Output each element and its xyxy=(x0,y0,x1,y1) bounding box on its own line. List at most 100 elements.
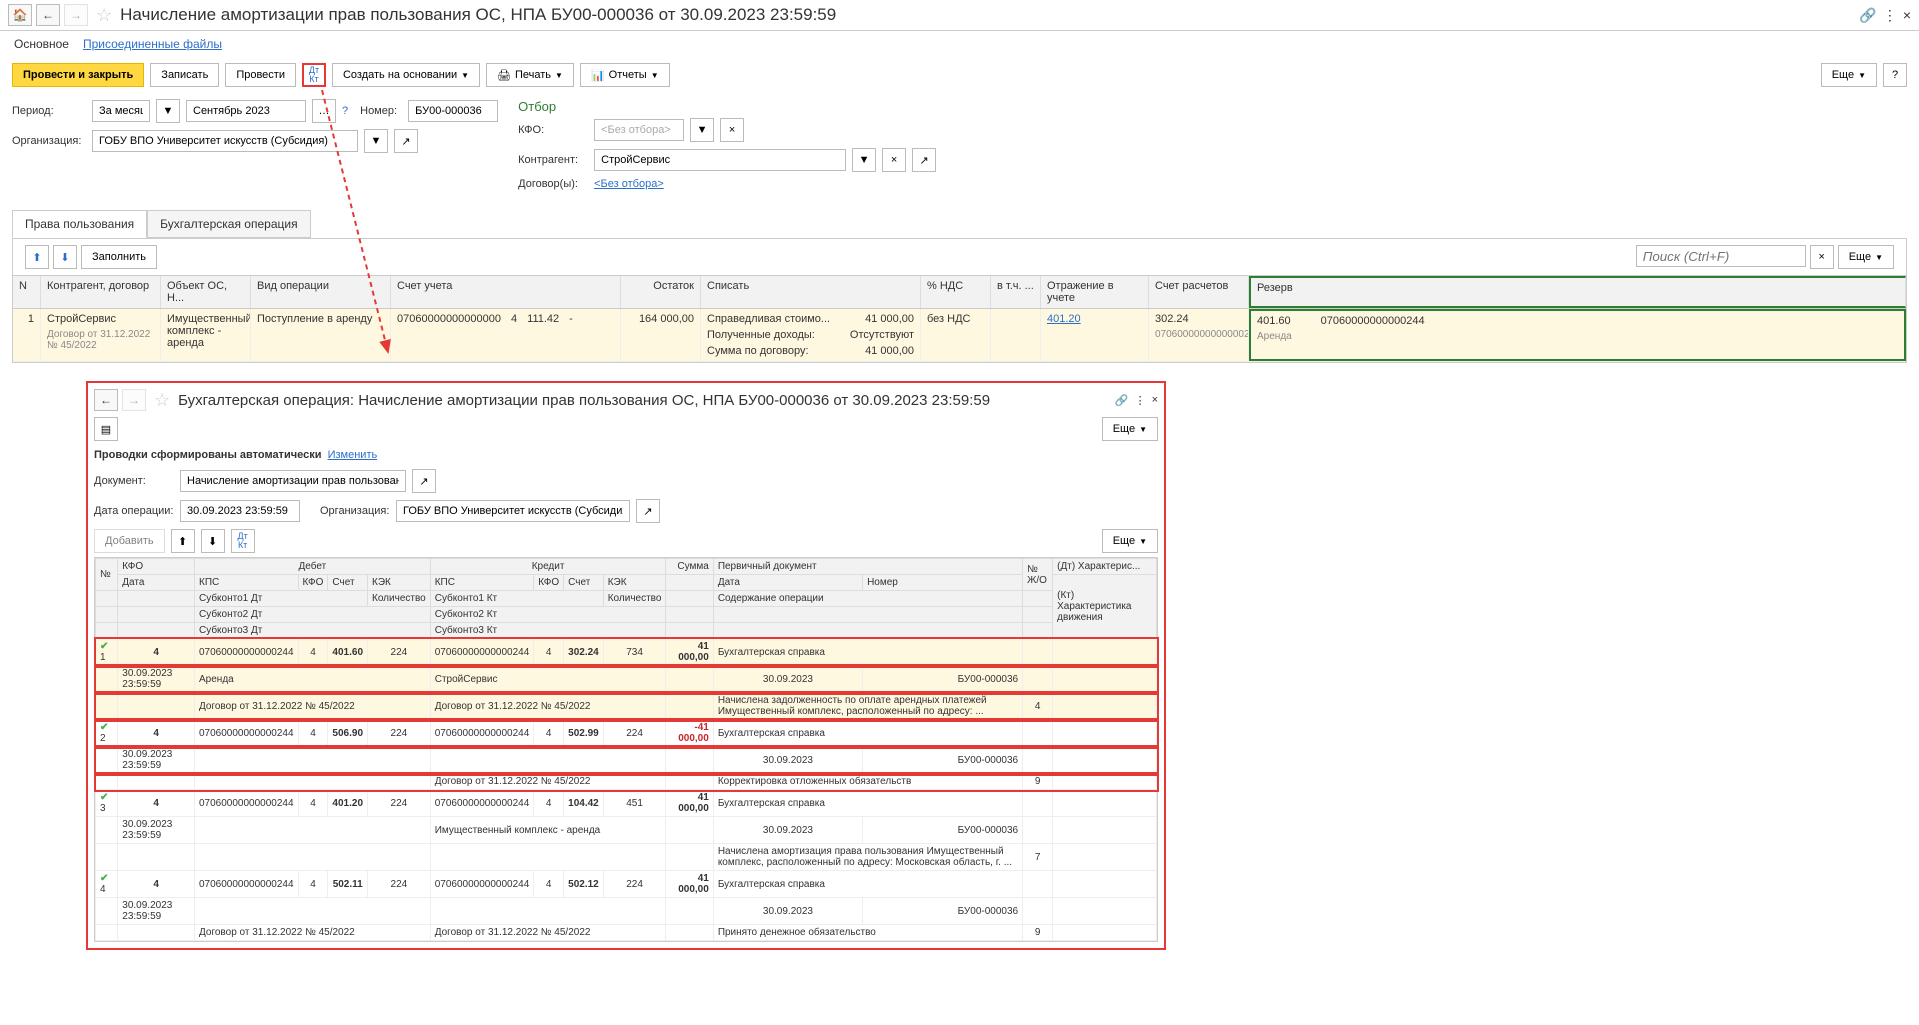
subtab-main[interactable]: Основное xyxy=(14,37,69,51)
dtk-button[interactable]: ДтКт xyxy=(302,63,326,87)
col-kontr[interactable]: Контрагент, договор xyxy=(41,276,161,308)
col-obj[interactable]: Объект ОС, Н... xyxy=(161,276,251,308)
kfo-clear[interactable]: × xyxy=(720,118,744,142)
kontr-input[interactable] xyxy=(594,149,846,171)
child-more-icon[interactable]: ⋮ xyxy=(1135,394,1146,407)
kfo-input[interactable] xyxy=(594,119,684,141)
link-icon[interactable]: 🔗 xyxy=(1859,7,1876,24)
child-dtk-mini[interactable]: ДтКт xyxy=(231,529,255,553)
kontr-dd[interactable]: ▼ xyxy=(852,148,876,172)
col-schet[interactable]: Счет учета xyxy=(391,276,621,308)
child-up[interactable]: ⬆ xyxy=(171,529,195,553)
posting-row[interactable]: ✔ 3 4 070600000000002444401.20224 070600… xyxy=(96,790,1157,817)
child-forward-button[interactable]: → xyxy=(122,389,146,411)
doc-toolbar: ⬆ ⬇ Заполнить × Еще ▼ xyxy=(12,238,1907,276)
period-value-input[interactable] xyxy=(186,100,306,122)
col-otraz[interactable]: Отражение в учете xyxy=(1041,276,1149,308)
main-grid: N Контрагент, договор Объект ОС, Н... Ви… xyxy=(12,276,1907,363)
kfo-dd[interactable]: ▼ xyxy=(690,118,714,142)
fill-button[interactable]: Заполнить xyxy=(81,245,157,269)
more-icon[interactable]: ⋮ xyxy=(1883,7,1897,24)
submit-close-button[interactable]: Провести и закрыть xyxy=(12,63,144,87)
child-title: Бухгалтерская операция: Начисление аморт… xyxy=(178,392,990,409)
main-toolbar: Провести и закрыть Записать Провести ДтК… xyxy=(0,57,1919,93)
dogov-link[interactable]: <Без отбора> xyxy=(594,178,664,190)
posting-row[interactable]: ✔ 2 4 070600000000002444506.90224 070600… xyxy=(96,720,1157,747)
child-more-button[interactable]: Еще ▼ xyxy=(1102,417,1158,441)
change-link[interactable]: Изменить xyxy=(328,449,378,461)
dtk-icon: ДтКт xyxy=(309,66,319,84)
child-date-label: Дата операции: xyxy=(94,505,174,517)
child-doc-input[interactable] xyxy=(180,470,406,492)
home-button[interactable]: 🏠 xyxy=(8,4,32,26)
table-row[interactable]: 1 СтройСервис Договор от 31.12.2022 № 45… xyxy=(13,309,1906,362)
col-vtch[interactable]: в т.ч. ... xyxy=(991,276,1041,308)
print-button[interactable]: 🖨 Печать ▼ xyxy=(486,63,574,87)
col-nds[interactable]: % НДС xyxy=(921,276,991,308)
doc-more-button[interactable]: Еще ▼ xyxy=(1838,245,1894,269)
number-input[interactable] xyxy=(408,100,498,122)
child-more2[interactable]: Еще ▼ xyxy=(1102,529,1158,553)
search-input[interactable] xyxy=(1636,245,1806,267)
org-label: Организация: xyxy=(12,135,86,147)
col-n[interactable]: N xyxy=(13,276,41,308)
period-type-dd[interactable]: ▼ xyxy=(156,99,180,123)
filter-title: Отбор xyxy=(518,99,1907,114)
subtab-files[interactable]: Присоединенные файлы xyxy=(83,37,222,51)
kontr-label: Контрагент: xyxy=(518,154,588,166)
posting-row[interactable]: ✔ 4 4 070600000000002444502.11224 070600… xyxy=(96,871,1157,898)
close-icon[interactable]: × xyxy=(1903,7,1911,23)
period-type-input[interactable] xyxy=(92,100,150,122)
org-input[interactable] xyxy=(92,130,358,152)
child-dtk-view[interactable]: ▤ xyxy=(94,417,118,441)
period-help[interactable]: ? xyxy=(342,105,348,117)
child-org-label: Организация: xyxy=(320,505,390,517)
tab-accop[interactable]: Бухгалтерская операция xyxy=(147,210,310,238)
kontr-open[interactable]: ↗ xyxy=(912,148,936,172)
period-picker[interactable]: … xyxy=(312,99,336,123)
child-org-open[interactable]: ↗ xyxy=(636,499,660,523)
tab-rights[interactable]: Права пользования xyxy=(12,210,147,238)
search-clear[interactable]: × xyxy=(1810,245,1834,269)
child-star-icon[interactable]: ☆ xyxy=(154,390,170,411)
kontr-clear[interactable]: × xyxy=(882,148,906,172)
child-grid: № КФО Дебет Кредит Сумма Первичный докум… xyxy=(94,557,1158,942)
col-ost[interactable]: Остаток xyxy=(621,276,701,308)
submit-button[interactable]: Провести xyxy=(225,63,296,87)
child-link-icon[interactable]: 🔗 xyxy=(1115,394,1129,407)
subtabs-bar: Основное Присоединенные файлы xyxy=(0,31,1919,57)
printer-icon: 🖨 xyxy=(497,69,511,82)
col-vid[interactable]: Вид операции xyxy=(251,276,391,308)
child-doc-open[interactable]: ↗ xyxy=(412,469,436,493)
move-up-button[interactable]: ⬆ xyxy=(25,245,49,269)
child-down[interactable]: ⬇ xyxy=(201,529,225,553)
child-org-input[interactable] xyxy=(396,500,630,522)
save-button[interactable]: Записать xyxy=(150,63,219,87)
child-doc-label: Документ: xyxy=(94,475,174,487)
help-button[interactable]: ? xyxy=(1883,63,1907,87)
otraz-link[interactable]: 401.20 xyxy=(1047,313,1081,325)
reports-button[interactable]: 📊 Отчеты ▼ xyxy=(580,63,670,87)
number-label: Номер: xyxy=(360,105,402,117)
child-close-icon[interactable]: × xyxy=(1152,394,1158,406)
move-down-button[interactable]: ⬇ xyxy=(53,245,77,269)
back-button[interactable]: ← xyxy=(36,4,60,26)
child-date-input[interactable] xyxy=(180,500,300,522)
col-rezerv[interactable]: Резерв xyxy=(1249,276,1906,308)
col-spisat[interactable]: Списать xyxy=(701,276,921,308)
forward-button[interactable]: → xyxy=(64,4,88,26)
col-raschet[interactable]: Счет расчетов xyxy=(1149,276,1249,308)
posting-row[interactable]: ✔ 1 4 070600000000002444401.60224 070600… xyxy=(96,639,1157,666)
org-open[interactable]: ↗ xyxy=(394,129,418,153)
add-button[interactable]: Добавить xyxy=(94,529,165,553)
more-button[interactable]: Еще ▼ xyxy=(1821,63,1877,87)
kfo-label: КФО: xyxy=(518,124,588,136)
create-based-button[interactable]: Создать на основании ▼ xyxy=(332,63,480,87)
chevron-down-icon: ▼ xyxy=(461,71,469,80)
child-window: ← → ☆ Бухгалтерская операция: Начисление… xyxy=(86,381,1166,950)
org-dd[interactable]: ▼ xyxy=(364,129,388,153)
top-nav: 🏠 ← → ☆ Начисление амортизации прав поль… xyxy=(0,0,1919,31)
child-back-button[interactable]: ← xyxy=(94,389,118,411)
report-icon: 📊 xyxy=(591,69,605,82)
star-icon[interactable]: ☆ xyxy=(96,5,112,26)
